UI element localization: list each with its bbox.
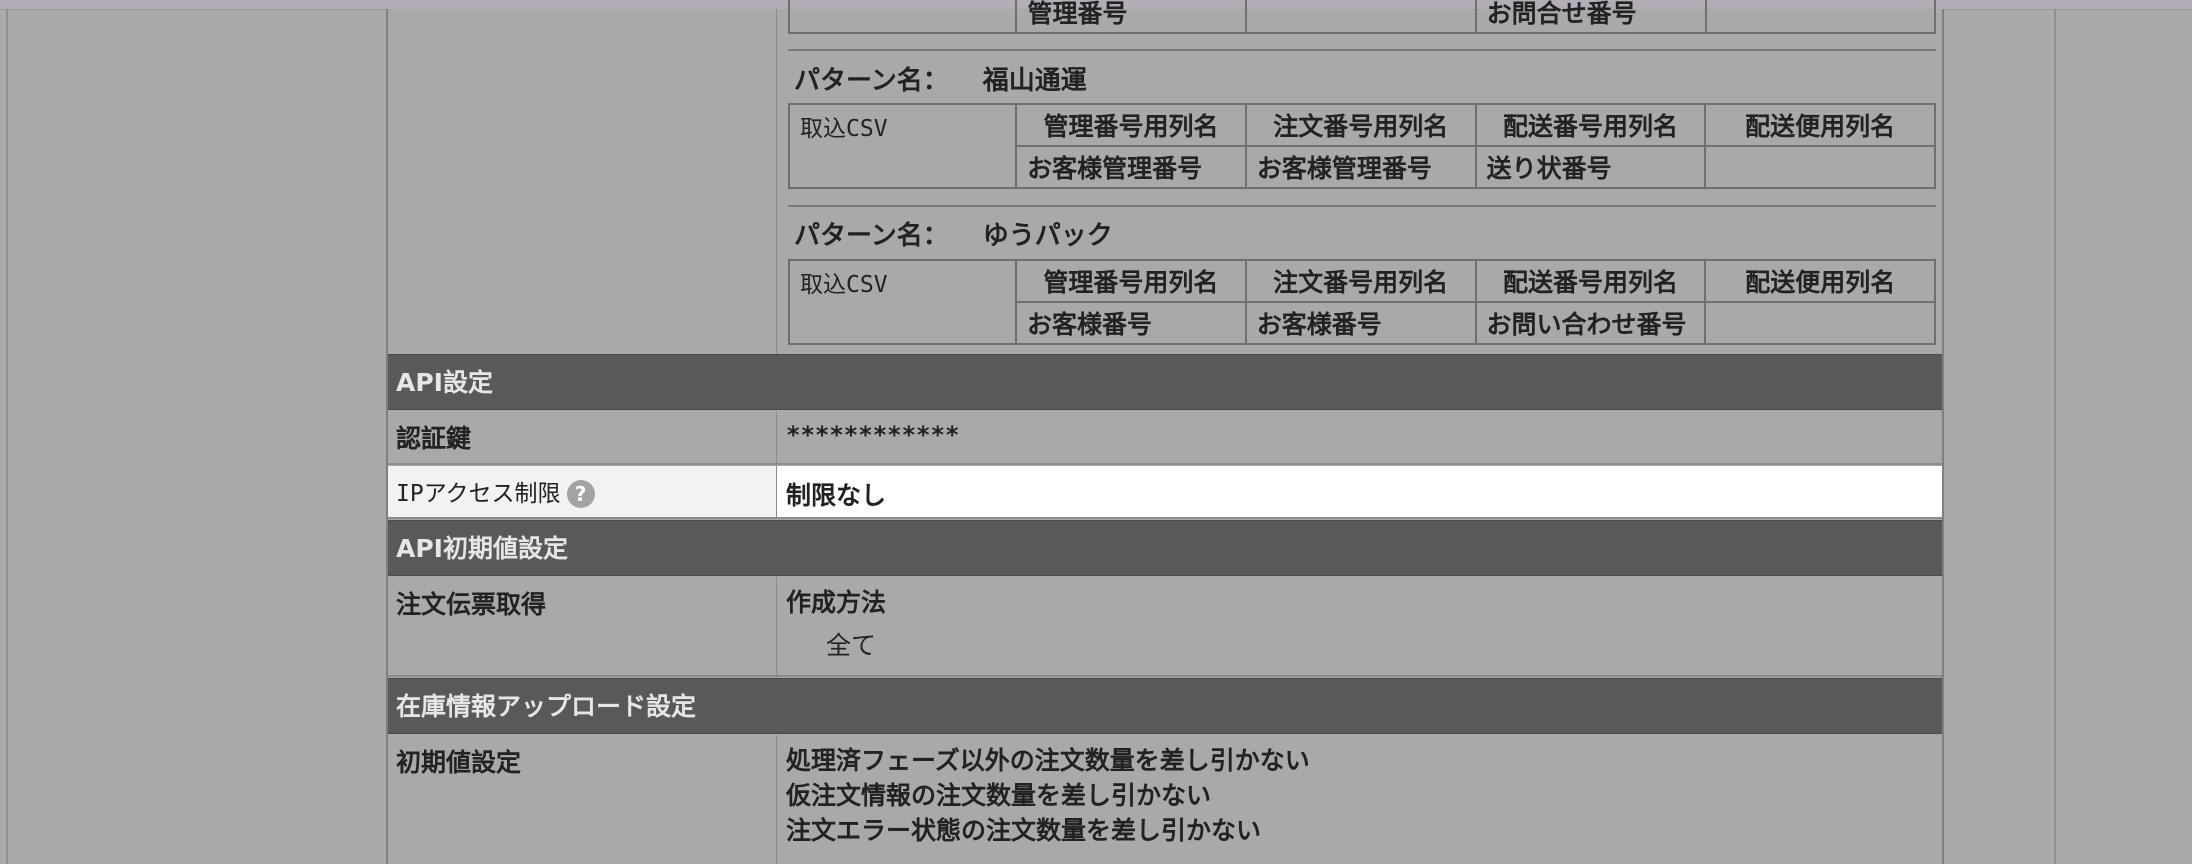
col-header: 管理番号用列名: [1015, 103, 1247, 147]
stock-option-line: 仮注文情報の注文数量を差し引かない: [786, 781, 1212, 810]
col-header: 配送便用列名: [1704, 103, 1936, 147]
section-header-api-initial: API初期値設定: [388, 520, 1942, 576]
pattern-name: ゆうパック: [982, 221, 1113, 251]
pattern-divider: [788, 49, 1936, 51]
left-gutter-line: [6, 9, 8, 864]
cell-value: お客様管理番号: [1244, 145, 1477, 189]
cell-value: お問い合わせ番号: [1474, 301, 1707, 345]
col-header: 配送番号用列名: [1474, 103, 1707, 147]
pattern-title: パターン名： 福山通運: [794, 60, 1087, 97]
auth-key-label: 認証鍵: [388, 411, 777, 463]
cell-value: [1704, 145, 1936, 189]
column-separator: [776, 9, 777, 354]
row-order-slip: 注文伝票取得 作成方法 全て: [388, 577, 1942, 677]
stock-option-line: 注文エラー状態の注文数量を差し引かない: [786, 816, 1262, 845]
col-header: 配送便用列名: [1704, 259, 1936, 303]
method-label: 作成方法: [786, 588, 887, 617]
partial-cell-toiawase: お問合せ番号: [1474, 0, 1707, 34]
cell-value: お客様管理番号: [1015, 145, 1247, 189]
pattern-label: パターン名：: [794, 66, 949, 96]
order-slip-value: 作成方法 全て: [778, 577, 1942, 675]
auth-key-value: ************: [786, 421, 960, 449]
row-label: 取込CSV: [787, 103, 1018, 189]
stock-initial-values: 処理済フェーズ以外の注文数量を差し引かない 仮注文情報の注文数量を差し引かない …: [778, 735, 1942, 864]
order-slip-label: 注文伝票取得: [388, 577, 777, 675]
section-header-stock: 在庫情報アップロード設定: [388, 678, 1942, 734]
ip-access-label-text: IPアクセス制限: [396, 481, 561, 507]
pattern-table-yupack: 取込CSV 管理番号用列名 注文番号用列名 配送番号用列名 配送便用列名 お客様…: [787, 259, 1936, 345]
ip-access-label: IPアクセス制限?: [388, 466, 777, 517]
row-ip-access: IPアクセス制限? 制限なし: [388, 466, 1942, 519]
col-header: 配送番号用列名: [1474, 259, 1707, 303]
pattern-label: パターン名：: [794, 221, 949, 251]
pattern-name: 福山通運: [982, 66, 1087, 96]
stock-option-line: 処理済フェーズ以外の注文数量を差し引かない: [786, 746, 1310, 775]
partial-cell-kanri: 管理番号: [1015, 0, 1248, 34]
help-icon[interactable]: ?: [566, 480, 595, 508]
cell-value: お客様番号: [1244, 301, 1477, 345]
pattern-divider: [788, 205, 1936, 207]
pattern-table-partial: 管理番号 お問合せ番号: [787, 0, 1936, 34]
cell-value: 送り状番号: [1474, 145, 1707, 189]
ip-access-value: 制限なし: [786, 481, 887, 510]
stock-initial-label: 初期値設定: [388, 735, 777, 864]
row-stock-initial: 初期値設定 処理済フェーズ以外の注文数量を差し引かない 仮注文情報の注文数量を差…: [388, 735, 1942, 864]
section-header-api: API設定: [388, 354, 1942, 410]
pattern-title: パターン名： ゆうパック: [794, 215, 1113, 252]
row-label: 取込CSV: [787, 259, 1018, 345]
col-header: 管理番号用列名: [1015, 259, 1247, 303]
cell-value: [1704, 301, 1936, 345]
cell-value: お客様番号: [1015, 301, 1247, 345]
right-gutter-line: [2054, 9, 2056, 864]
row-auth-key: 認証鍵 ************: [388, 411, 1942, 465]
pattern-table-fukuyama: 取込CSV 管理番号用列名 注文番号用列名 配送番号用列名 配送便用列名 お客様…: [787, 103, 1936, 189]
col-header: 注文番号用列名: [1244, 259, 1477, 303]
col-header: 注文番号用列名: [1244, 103, 1477, 147]
method-value: 全て: [826, 631, 877, 660]
